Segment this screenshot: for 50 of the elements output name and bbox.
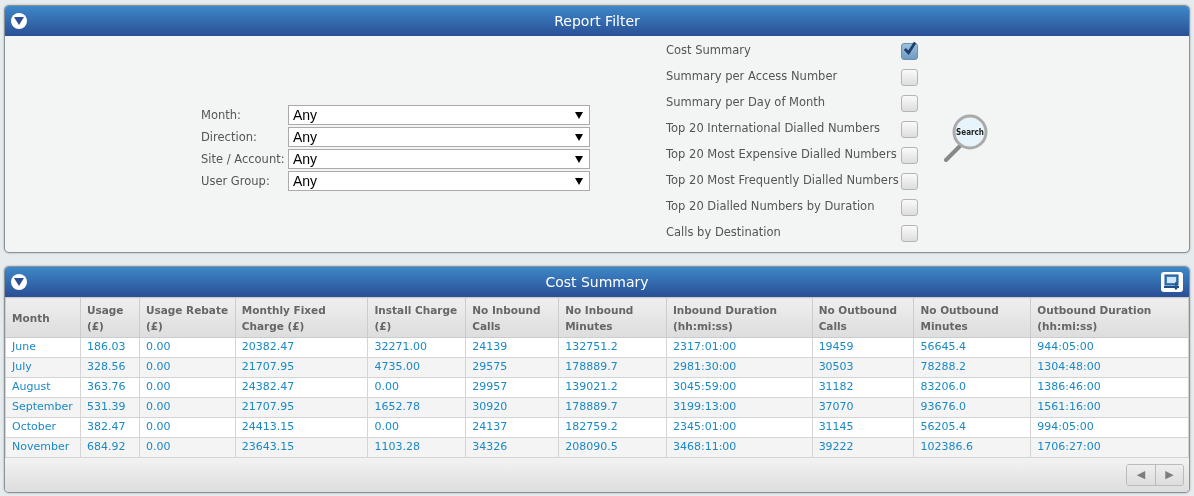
checkbox[interactable] — [901, 42, 918, 60]
checkbox[interactable] — [901, 224, 918, 242]
report-option-label: Top 20 Most Frequently Dialled Numbers — [666, 172, 899, 190]
month-link[interactable]: August — [5, 377, 81, 398]
checkbox[interactable] — [901, 146, 918, 164]
column-header[interactable]: Install Charge (£) — [367, 297, 466, 338]
column-header[interactable]: Monthly Fixed Charge (£) — [235, 297, 368, 338]
report-option-label: Top 20 Dialled Numbers by Duration — [666, 198, 875, 216]
month-link[interactable]: September — [5, 397, 81, 418]
column-header[interactable]: Usage (£) — [80, 297, 140, 338]
field-label: Month: — [201, 107, 242, 124]
caret-icon — [575, 133, 583, 141]
collapse-toggle-icon[interactable] — [11, 13, 27, 29]
dropdown-field[interactable]: Any — [288, 105, 590, 125]
report-option-label: Calls by Destination — [666, 224, 781, 242]
column-header[interactable]: No Inbound Minutes — [558, 297, 667, 338]
report-option-label: Cost Summary — [666, 42, 751, 60]
checkbox[interactable] — [901, 172, 918, 190]
caret-icon — [575, 155, 583, 163]
column-header[interactable]: No Inbound Calls — [465, 297, 559, 338]
month-link[interactable]: November — [5, 437, 81, 458]
collapse-toggle-icon[interactable] — [11, 274, 27, 290]
report-option-label: Top 20 International Dialled Numbers — [666, 120, 881, 138]
column-header[interactable]: No Outbound Calls — [812, 297, 914, 338]
export-icon[interactable] — [1161, 272, 1183, 292]
column-header[interactable]: Month — [5, 297, 81, 338]
dropdown-field[interactable]: Any — [288, 127, 590, 147]
field-label: Direction: — [201, 129, 258, 146]
panel-title: Report Filter — [553, 11, 641, 31]
report-option-label: Top 20 Most Expensive Dialled Numbers — [666, 146, 897, 164]
checkbox[interactable] — [901, 94, 918, 112]
month-link[interactable]: October — [5, 417, 81, 438]
caret-icon — [575, 177, 583, 185]
checkbox[interactable] — [901, 198, 918, 216]
caret-icon — [575, 111, 583, 119]
field-label: User Group: — [201, 173, 271, 190]
month-link[interactable]: July — [5, 357, 81, 378]
column-header[interactable]: Inbound Duration (hh:mi:ss) — [666, 297, 813, 338]
dropdown-field[interactable]: Any — [288, 149, 590, 169]
column-header[interactable]: Outbound Duration (hh:mi:ss) — [1030, 297, 1189, 338]
column-header[interactable]: Usage Rebate (£) — [139, 297, 236, 338]
checkbox[interactable] — [901, 120, 918, 138]
panel-title: Cost Summary — [544, 272, 650, 292]
month-link[interactable]: June — [5, 337, 81, 358]
checkbox[interactable] — [901, 68, 918, 86]
column-header[interactable]: No Outbound Minutes — [914, 297, 1031, 338]
report-option-label: Summary per Day of Month — [666, 94, 826, 112]
dropdown-field[interactable]: Any — [288, 171, 590, 191]
report-option-label: Summary per Access Number — [666, 68, 838, 86]
field-label: Site / Account: — [201, 151, 286, 168]
